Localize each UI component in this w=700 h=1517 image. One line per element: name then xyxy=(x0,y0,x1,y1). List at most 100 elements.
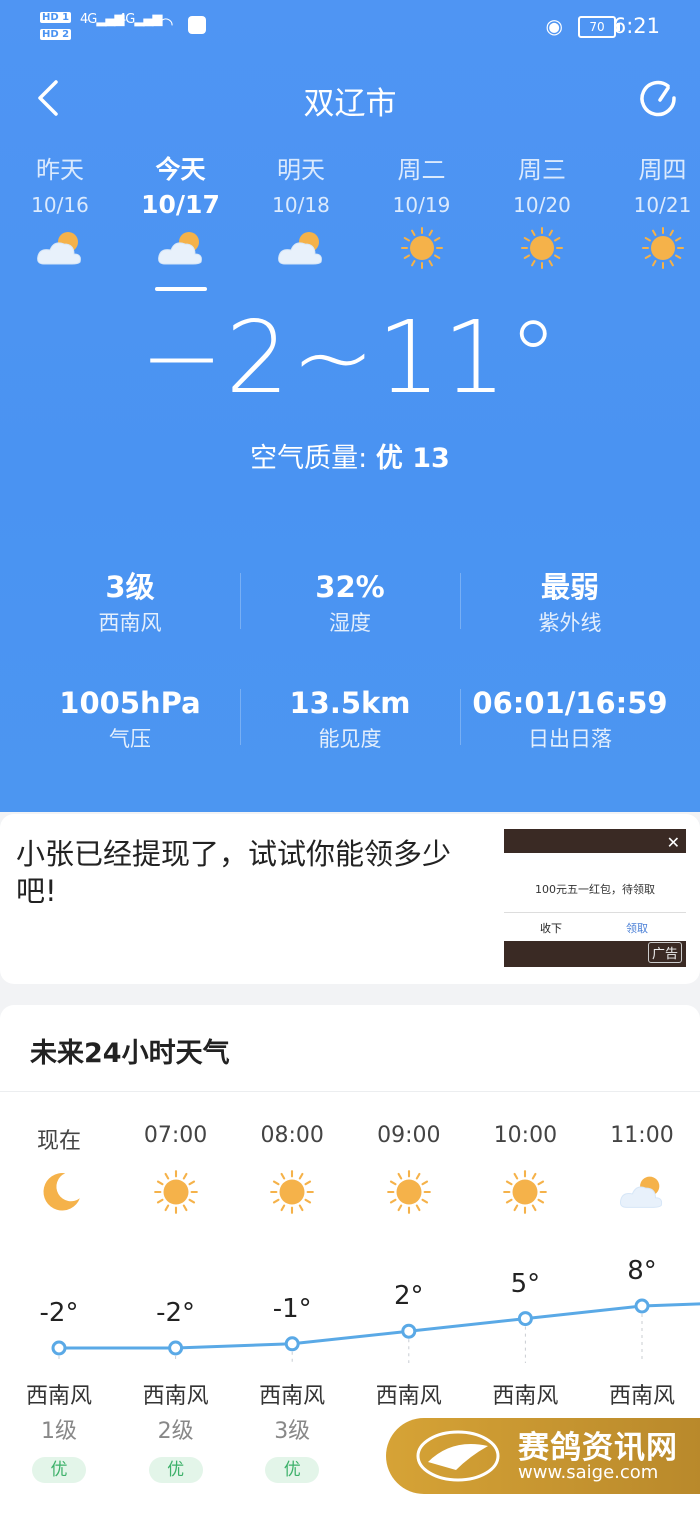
air-quality[interactable]: 空气质量: 优 13 xyxy=(0,436,700,475)
hour-wind-level: 3级 xyxy=(274,1419,311,1444)
signal-icon: 4G▂▄▆ xyxy=(118,12,162,27)
weather-header-panel: HD 1 HD 2 4G▂▄▆ 4G▂▄▆ ◠ ◉ 70 6:21 双辽市 昨天… xyxy=(0,0,700,812)
sim-indicators: HD 1 HD 2 xyxy=(40,8,72,42)
stat-item: 最弱 紫外线 xyxy=(455,565,685,637)
stat-value: 32% xyxy=(315,570,385,604)
day-tab[interactable]: 明天 10/18 xyxy=(246,150,356,270)
stat-label: 湿度 xyxy=(329,611,371,635)
divider xyxy=(0,1091,700,1092)
day-tab[interactable]: 昨天 10/16 xyxy=(5,150,115,270)
day-tab[interactable]: 周三 10/20 xyxy=(487,150,597,270)
ad-popup: 100元五一红包，待领取 收下 领取 xyxy=(504,853,686,941)
temperature-point xyxy=(401,1323,417,1339)
stat-divider xyxy=(240,573,241,629)
ad-image[interactable]: 100元五一红包，待领取 收下 领取 ✕ 广告 xyxy=(504,829,686,967)
temperature-range: −2~11° xyxy=(139,299,561,416)
stat-value: 最弱 xyxy=(540,570,599,604)
sun-icon xyxy=(351,1169,467,1217)
hour-wind: 西南风 xyxy=(142,1384,209,1409)
app-notification-icon xyxy=(188,16,206,34)
hour-wind: 西南风 xyxy=(25,1384,92,1409)
air-quality-value: 优 13 xyxy=(375,443,450,474)
stat-value: 3级 xyxy=(105,570,155,604)
ad-popup-ok: 领取 xyxy=(626,922,648,935)
hour-wind: 西南风 xyxy=(259,1384,326,1409)
partly-cloudy-icon xyxy=(275,226,327,270)
day-name: 周二 xyxy=(397,156,446,184)
pigeon-logo-icon xyxy=(416,1430,500,1482)
partly-cloudy-icon xyxy=(155,226,207,270)
close-icon[interactable]: ✕ xyxy=(667,833,680,852)
watermark-url: www.saige.com xyxy=(518,1462,659,1483)
day-tab[interactable]: 周二 10/19 xyxy=(367,150,477,270)
hour-wind-level: 2级 xyxy=(157,1419,194,1444)
sun-icon xyxy=(467,1169,583,1217)
day-date: 10/18 xyxy=(272,193,330,217)
sim2-badge: HD 2 xyxy=(40,29,72,40)
day-name: 昨天 xyxy=(36,156,84,184)
stat-item: 06:01/16:59 日出日落 xyxy=(455,681,685,753)
sim1-badge: HD 1 xyxy=(40,12,72,23)
sun-icon xyxy=(396,226,448,270)
hour-aqi-badge: 优 xyxy=(265,1457,320,1483)
watermark: 赛鸽资讯网 www.saige.com xyxy=(386,1418,700,1494)
stat-value: 13.5km xyxy=(289,686,411,720)
sun-icon xyxy=(637,226,689,270)
hour-temp: -1° xyxy=(272,1293,312,1324)
hour-temp: 5° xyxy=(510,1268,541,1299)
sun-icon xyxy=(516,226,568,270)
daily-forecast-tabs: 昨天 10/16 今天 10/17 明天 10/18 周二 10/19 周三 10/20 周四 10/… xyxy=(0,150,700,300)
air-quality-label: 空气质量: xyxy=(250,443,368,474)
wifi-icon: ◠ xyxy=(158,14,174,35)
eye-comfort-icon: ◉ xyxy=(545,14,563,38)
sun-icon xyxy=(234,1169,350,1217)
stat-item: 1005hPa 气压 xyxy=(15,681,245,753)
hour-wind: 西南风 xyxy=(492,1384,559,1409)
moon-icon xyxy=(1,1169,117,1217)
day-tab[interactable]: 今天 10/17 xyxy=(126,150,236,270)
hour-time: 11:00 xyxy=(610,1123,674,1148)
stat-divider xyxy=(460,689,461,745)
temperature-point xyxy=(284,1336,300,1352)
day-name: 今天 xyxy=(155,155,206,184)
hour-aqi-badge: 优 xyxy=(148,1457,203,1483)
day-date: 10/20 xyxy=(513,193,571,217)
day-name: 周三 xyxy=(518,156,566,184)
hour-wind: 西南风 xyxy=(375,1384,442,1409)
signal-icon: 4G▂▄▆ xyxy=(80,12,124,27)
page-title: 双辽市 xyxy=(303,86,397,122)
stat-label: 气压 xyxy=(109,727,151,751)
hour-time: 07:00 xyxy=(143,1123,208,1148)
day-date: 10/16 xyxy=(31,193,89,217)
battery-icon: 70 xyxy=(578,16,620,38)
partly-cloudy-icon xyxy=(34,226,86,270)
hour-temp: 8° xyxy=(627,1256,657,1286)
temperature-point xyxy=(634,1298,650,1314)
hour-time: 08:00 xyxy=(260,1123,324,1148)
stat-item: 13.5km 能见度 xyxy=(235,681,465,753)
ad-text: 小张已经提现了，试试你能领多少吧! xyxy=(16,837,452,908)
stat-label: 紫外线 xyxy=(538,611,602,635)
day-date: 10/21 xyxy=(633,193,692,217)
partly-cloudy-icon xyxy=(584,1169,700,1217)
status-bar: HD 1 HD 2 4G▂▄▆ 4G▂▄▆ ◠ ◉ 70 6:21 xyxy=(0,0,700,56)
day-date: 10/17 xyxy=(141,190,220,219)
sun-icon xyxy=(118,1169,234,1217)
refresh-button[interactable] xyxy=(638,78,678,118)
temperature-point xyxy=(51,1340,67,1356)
ad-banner[interactable]: 小张已经提现了，试试你能领多少吧! 100元五一红包，待领取 收下 领取 ✕ 广… xyxy=(0,814,700,984)
clock: 6:21 xyxy=(612,14,660,38)
day-tab[interactable]: 周四 10/21 xyxy=(608,150,700,270)
hour-time: 09:00 xyxy=(377,1123,441,1148)
day-name: 周四 xyxy=(638,156,687,184)
stat-item: 32% 湿度 xyxy=(235,565,465,637)
temperature-point xyxy=(168,1340,184,1356)
hour-temp: -2° xyxy=(39,1298,79,1328)
stat-item: 3级 西南风 xyxy=(15,565,245,637)
ad-label: 广告 xyxy=(647,942,682,963)
hour-wind: 西南风 xyxy=(608,1384,675,1409)
selected-day-indicator xyxy=(155,287,207,291)
stat-label: 能见度 xyxy=(318,727,382,751)
temperature-point xyxy=(517,1311,533,1327)
hour-temp: 2° xyxy=(394,1281,424,1312)
